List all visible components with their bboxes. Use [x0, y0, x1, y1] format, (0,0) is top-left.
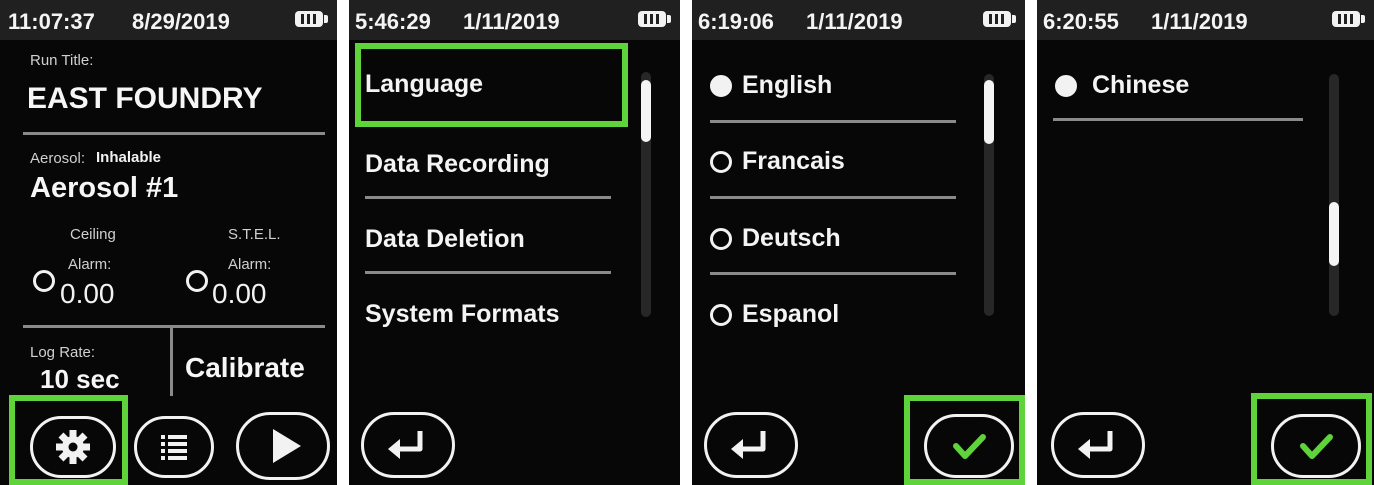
language-radio-deutsch[interactable]: [710, 228, 732, 250]
ceiling-alarm-label: Alarm:: [68, 256, 112, 273]
menu-item-data-deletion[interactable]: Data Deletion: [365, 225, 525, 254]
divider: [1053, 118, 1303, 121]
status-date: 8/29/2019: [132, 9, 230, 34]
divider: [710, 196, 956, 199]
status-bar: 6:20:55 1/11/2019: [1037, 0, 1374, 40]
status-date: 1/11/2019: [463, 9, 560, 34]
battery-icon: [1332, 11, 1365, 27]
status-time: 5:46:29: [355, 9, 431, 34]
return-arrow-icon: [1078, 431, 1113, 459]
divider: [710, 272, 956, 275]
play-button[interactable]: [236, 412, 330, 480]
status-time: 6:19:06: [698, 9, 774, 34]
aerosol-name[interactable]: Aerosol #1: [30, 172, 178, 205]
scrollbar-track[interactable]: [1329, 74, 1339, 316]
back-button[interactable]: [1051, 412, 1145, 478]
run-title-value[interactable]: EAST FOUNDRY: [27, 82, 263, 116]
divider: [365, 196, 611, 199]
ceiling-label: Ceiling: [70, 226, 116, 243]
language-radio-english[interactable]: [710, 75, 732, 97]
confirm-highlight: [1251, 393, 1372, 485]
language-option-english[interactable]: English: [742, 71, 832, 100]
calibrate-button[interactable]: Calibrate: [185, 352, 305, 384]
back-button[interactable]: [704, 412, 798, 478]
aerosol-label: Aerosol:: [30, 150, 86, 167]
menu-item-data-recording[interactable]: Data Recording: [365, 150, 550, 179]
divider: [23, 132, 325, 135]
status-date: 1/11/2019: [806, 9, 903, 34]
ceiling-alarm-value: 0.00: [60, 278, 115, 309]
confirm-highlight: [904, 395, 1025, 485]
status-time: 11:07:37: [8, 9, 95, 34]
battery-icon: [638, 11, 671, 27]
language-radio-chinese[interactable]: [1055, 75, 1077, 97]
return-arrow-icon: [388, 431, 423, 459]
battery-icon: [295, 11, 328, 27]
language-select-screen: 6:19:06 1/11/2019 English Francais Deuts…: [692, 0, 1025, 485]
divider: [365, 271, 611, 274]
battery-icon: [983, 11, 1016, 27]
status-bar: 6:19:06 1/11/2019: [692, 0, 1025, 40]
language-select-screen-chinese: 6:20:55 1/11/2019 Chinese: [1037, 0, 1374, 485]
log-rate-label: Log Rate:: [30, 344, 96, 361]
divider: [23, 325, 325, 328]
scrollbar-thumb[interactable]: [1329, 202, 1339, 266]
settings-highlight: [9, 395, 128, 485]
language-option-chinese[interactable]: Chinese: [1092, 71, 1189, 100]
status-date: 1/11/2019: [1151, 9, 1248, 34]
return-arrow-icon: [731, 431, 766, 459]
scrollbar-thumb[interactable]: [641, 80, 651, 142]
aerosol-type: Inhalable: [96, 149, 162, 166]
language-option-espanol[interactable]: Espanol: [742, 300, 839, 329]
ceiling-alarm-indicator: [33, 270, 55, 292]
status-bar: 5:46:29 1/11/2019: [349, 0, 680, 40]
back-button[interactable]: [361, 412, 455, 478]
stel-alarm-label: Alarm:: [228, 256, 272, 273]
run-title-label: Run Title:: [30, 52, 94, 69]
language-option-francais[interactable]: Francais: [742, 147, 845, 176]
stel-alarm-indicator: [186, 270, 208, 292]
language-option-deutsch[interactable]: Deutsch: [742, 224, 841, 253]
language-radio-francais[interactable]: [710, 151, 732, 173]
language-highlight: [355, 43, 628, 127]
list-icon: [161, 435, 187, 460]
stel-alarm-value: 0.00: [212, 278, 267, 309]
language-radio-espanol[interactable]: [710, 304, 732, 326]
divider: [710, 120, 956, 123]
settings-menu-screen: 5:46:29 1/11/2019 Language Data Recordin…: [349, 0, 680, 485]
list-button[interactable]: [134, 416, 214, 478]
status-time: 6:20:55: [1043, 9, 1119, 34]
menu-item-system-formats[interactable]: System Formats: [365, 300, 560, 329]
status-bar: 11:07:37 8/29/2019: [0, 0, 337, 40]
scrollbar-thumb[interactable]: [984, 80, 994, 144]
main-screen: 11:07:37 8/29/2019 Run Title: EAST FOUND…: [0, 0, 337, 485]
log-rate-value[interactable]: 10 sec: [40, 364, 120, 395]
divider: [170, 328, 173, 396]
stel-label: S.T.E.L.: [228, 226, 281, 243]
play-icon: [273, 429, 301, 463]
